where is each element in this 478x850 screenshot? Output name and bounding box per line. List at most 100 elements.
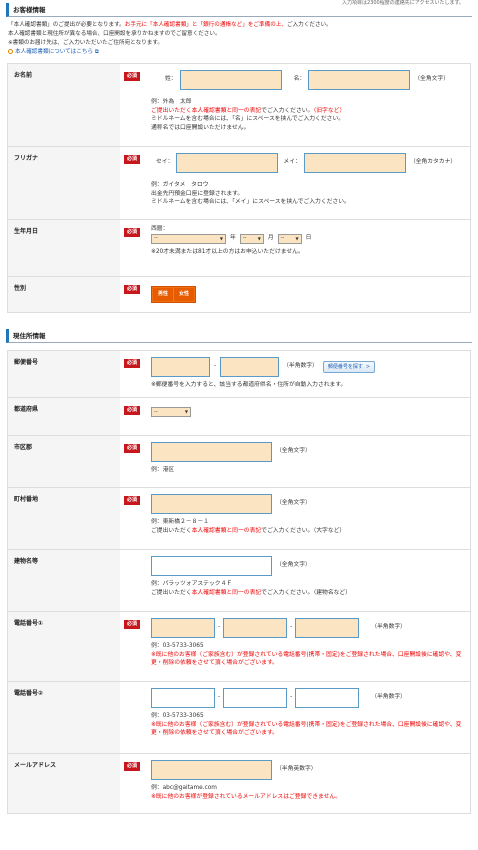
mail-note: （半角英数字） (276, 766, 317, 773)
town-hint-c: でご入力ください。（大字など） (261, 527, 346, 534)
year-value: -- (154, 235, 158, 242)
name-hint-b: 本人確認書類と同一の表記 (191, 107, 262, 114)
customer-form: お名前 必須 姓： 名： （全角文字） 例：外為 太郎 ご提出いただく本人確認書… (7, 63, 471, 313)
town-note: （全角文字） (276, 500, 311, 507)
kana-example: 例：ガイタメ タロウ (151, 182, 209, 188)
month-label: 月 (267, 234, 274, 241)
mei-label: 名： (293, 76, 306, 83)
tel2-warning: ※既に他のお客様（ご家族含む）が登録されている電話番号(携帯・固定)をご登録され… (151, 721, 462, 737)
gender-row: 性別 必須 男性 女性 (8, 276, 470, 312)
mail-example: 例：abc@gaitame.com (151, 785, 217, 791)
birth-hint: ※20才未満または81才以上の方はお申込いただけません。 (151, 248, 304, 255)
id-doc-link[interactable]: 本人確認書類についてはこちら (15, 49, 93, 55)
tel1-first-input[interactable] (151, 618, 215, 638)
city-input[interactable] (151, 442, 272, 462)
tel2-second-input[interactable] (223, 688, 288, 708)
customer-section-title: お客様情報 (6, 3, 472, 17)
building-hint-a: ご提出いただく (151, 589, 192, 596)
city-label: 市区郡 (8, 436, 120, 487)
era-label: 西暦： (151, 226, 169, 232)
town-input[interactable] (151, 494, 272, 514)
town-row: 町村番地 必須 （全角文字） 例：東新橋２－８－１ ご提出いただく本人確認書類と… (8, 487, 470, 549)
birth-year-select[interactable]: -- ▼ (151, 233, 226, 244)
chevron-down-icon: ▼ (219, 235, 223, 241)
kana-sei-label: セイ： (156, 159, 174, 166)
name-middle-hint: ミドルネームを含む場合には、「名」にスペースを挟んでご入力ください。 (151, 116, 345, 122)
tel2-label: 電話番号② (8, 682, 120, 753)
kana-mei-label: メイ： (283, 159, 301, 166)
day-value: -- (280, 235, 285, 242)
link-bullet-icon (8, 49, 13, 54)
intro-delivery-note: ※書類のお届け先は、ご入力いただいたご住所宛となります。 (8, 40, 163, 46)
name-alias-hint: 通称名では口座開設いただけません。 (151, 124, 250, 131)
zip-label: 郵便番号 (8, 351, 120, 397)
gender-toggle: 男性 女性 (151, 286, 197, 303)
building-input[interactable] (151, 556, 272, 576)
required-badge: 必須 (124, 406, 141, 415)
town-example: 例：東新橋２－８－１ (151, 519, 209, 525)
required-badge: 必須 (124, 359, 141, 368)
intro-text: 「本人確認書類」のご提出が必要となります。 (8, 22, 125, 28)
name-hint-c: でご入力ください。 (261, 107, 314, 114)
required-badge: 必須 (124, 444, 141, 453)
pref-label: 都道府県 (8, 398, 120, 435)
zip-search-label: 郵便番号を探す (327, 363, 363, 370)
tel2-row: 電話番号② - - （半角数字） 例：03-5733-3065 ※既に他のお客様… (8, 681, 470, 753)
kana-middle-hint: ミドルネームを含む場合には、「メイ」にスペースを挟んでご入力ください。 (151, 199, 350, 205)
gender-male-button[interactable]: 男性 (153, 288, 174, 301)
tel1-warning: ※既に他のお客様（ご家族含む）が登録されている電話番号(携帯・固定)をご登録され… (151, 651, 462, 667)
gender-female-button[interactable]: 女性 (173, 288, 195, 301)
building-hint-b: 本人確認書類と同一の表記 (191, 589, 262, 596)
zip-second-input[interactable] (220, 357, 280, 377)
kana-bank-hint: 出金先円預金口座に登録されます。 (151, 190, 244, 197)
last-name-input[interactable] (179, 70, 282, 90)
name-row: お名前 必須 姓： 名： （全角文字） 例：外為 太郎 ご提出いただく本人確認書… (8, 64, 470, 146)
building-note: （全角文字） (276, 562, 311, 569)
tel1-third-input[interactable] (295, 618, 360, 638)
name-hint-d: （旧字など） (313, 107, 346, 114)
kana-note: （全角カタカナ） (409, 159, 457, 166)
address-form: 郵便番号 必須 - （半角数字） 郵便番号を探す > ※郵便番号を入力すると、該当… (7, 350, 471, 814)
intro-warning: お手元に「本人確認書類」と「銀行の通帳など」をご準備の上、 (124, 22, 287, 28)
tel1-label: 電話番号① (8, 612, 120, 681)
city-row: 市区郡 必須 （全角文字） 例：港区 (8, 435, 470, 487)
required-badge: 必須 (124, 620, 141, 629)
zip-first-input[interactable] (151, 357, 210, 377)
birth-day-select[interactable]: -- ▼ (277, 233, 302, 244)
last-name-kana-input[interactable] (176, 153, 279, 173)
customer-intro: 「本人確認書類」のご提出が必要となります。お手元に「本人確認書類」と「銀行の通帳… (8, 21, 468, 57)
first-name-kana-input[interactable] (303, 153, 406, 173)
zip-search-button[interactable]: 郵便番号を探す > (322, 360, 376, 374)
tel1-second-input[interactable] (223, 618, 288, 638)
tel2-third-input[interactable] (295, 688, 360, 708)
required-badge: 必須 (124, 155, 141, 164)
name-label: お名前 (8, 64, 120, 146)
required-badge: 必須 (124, 285, 141, 294)
town-hint-b: 本人確認書類と同一の表記 (191, 527, 262, 534)
intro-address-note: 本人確認書類と現住所が異なる場合、口座開設を承りかねますのでご留意ください。 (8, 31, 221, 37)
intro-text-end: ご入力ください。 (286, 22, 332, 28)
birth-month-select[interactable]: -- ▼ (239, 233, 264, 244)
zip-hint: ※郵便番号を入力すると、該当する都道府県名・住所が自動入力されます。 (151, 382, 347, 388)
chevron-down-icon: ▼ (257, 235, 261, 241)
year-label: 年 (230, 234, 236, 241)
building-label: 建物名等 (8, 550, 120, 611)
chevron-right-icon: > (365, 363, 371, 370)
required-badge: 必須 (124, 496, 141, 505)
tel1-example: 例：03-5733-3065 (151, 643, 204, 649)
town-hint-a: ご提出いただく (151, 527, 192, 534)
tel2-first-input[interactable] (151, 688, 215, 708)
kana-label: フリガナ (8, 147, 120, 219)
birth-label: 生年月日 (8, 220, 120, 276)
town-label: 町村番地 (8, 488, 120, 549)
chevron-down-icon: ▼ (295, 235, 299, 241)
tel1-note: （半角数字） (371, 624, 406, 631)
kana-row: フリガナ 必須 セイ： メイ： （全角カタカナ） 例：ガイタメ タロウ 出金先円… (8, 146, 470, 219)
building-hint-c: でご入力ください。（建物名など） (261, 589, 352, 596)
email-input[interactable] (151, 760, 272, 780)
required-badge: 必須 (124, 72, 141, 81)
pref-value: -- (154, 408, 158, 415)
first-name-input[interactable] (308, 70, 411, 90)
pref-select[interactable]: -- ▼ (151, 407, 191, 417)
sei-label: 姓： (165, 76, 177, 83)
